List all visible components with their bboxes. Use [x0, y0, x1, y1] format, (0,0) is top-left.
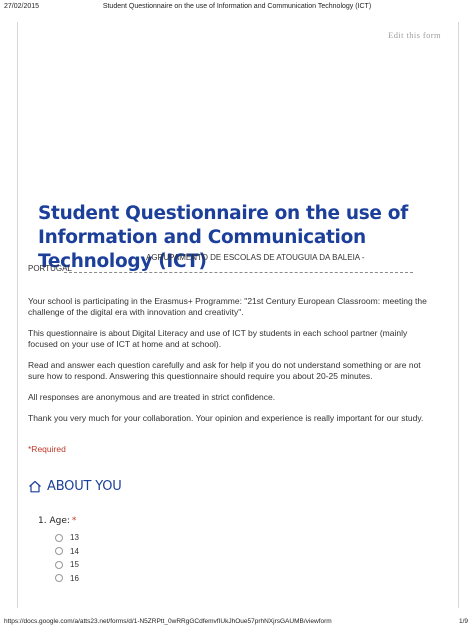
age-options: 13 14 15 16: [55, 531, 79, 585]
question-age: 1. Age: *: [38, 516, 76, 526]
age-option-13[interactable]: 13: [55, 531, 79, 545]
form-description: Your school is participating in the Eras…: [28, 296, 438, 434]
description-paragraph: All responses are anonymous and are trea…: [28, 392, 276, 402]
radio-button[interactable]: [55, 560, 63, 569]
print-title: Student Questionnaire on the use of Info…: [102, 3, 372, 10]
print-url: https://docs.google.com/a/atts23.net/for…: [4, 618, 332, 625]
print-header: 27/02/2015 Student Questionnaire on the …: [0, 0, 474, 14]
required-note: *Required: [28, 444, 66, 454]
question-label: 1. Age:: [38, 516, 70, 526]
radio-button[interactable]: [55, 533, 63, 542]
description-paragraph: Read and answer each question carefully …: [28, 360, 421, 381]
school-name-line1: AGRUPAMENTO DE ESCOLAS DE ATOUGUIA DA BA…: [146, 253, 365, 262]
option-label: 14: [70, 546, 79, 556]
home-icon: [28, 480, 42, 493]
description-paragraph: Your school is participating in the Eras…: [28, 296, 427, 317]
option-label: 13: [70, 533, 79, 543]
option-label: 16: [70, 573, 79, 583]
option-label: 15: [70, 560, 79, 570]
age-option-14[interactable]: 14: [55, 545, 79, 559]
school-name: AGRUPAMENTO DE ESCOLAS DE ATOUGUIA DA BA…: [28, 252, 438, 281]
age-option-15[interactable]: 15: [55, 558, 79, 572]
edit-form-link[interactable]: Edit this form: [388, 30, 441, 40]
description-paragraph: Thank you very much for your collaborati…: [28, 413, 424, 423]
description-paragraph: This questionnaire is about Digital Lite…: [28, 328, 408, 349]
age-option-16[interactable]: 16: [55, 572, 79, 586]
page-number: 1/9: [458, 618, 468, 625]
required-mark: *: [71, 516, 77, 526]
radio-button[interactable]: [55, 574, 63, 583]
section-title: ABOUT YOU: [47, 479, 122, 494]
dashed-divider: [64, 267, 413, 273]
section-header: ABOUT YOU: [28, 479, 122, 494]
radio-button[interactable]: [55, 547, 63, 556]
